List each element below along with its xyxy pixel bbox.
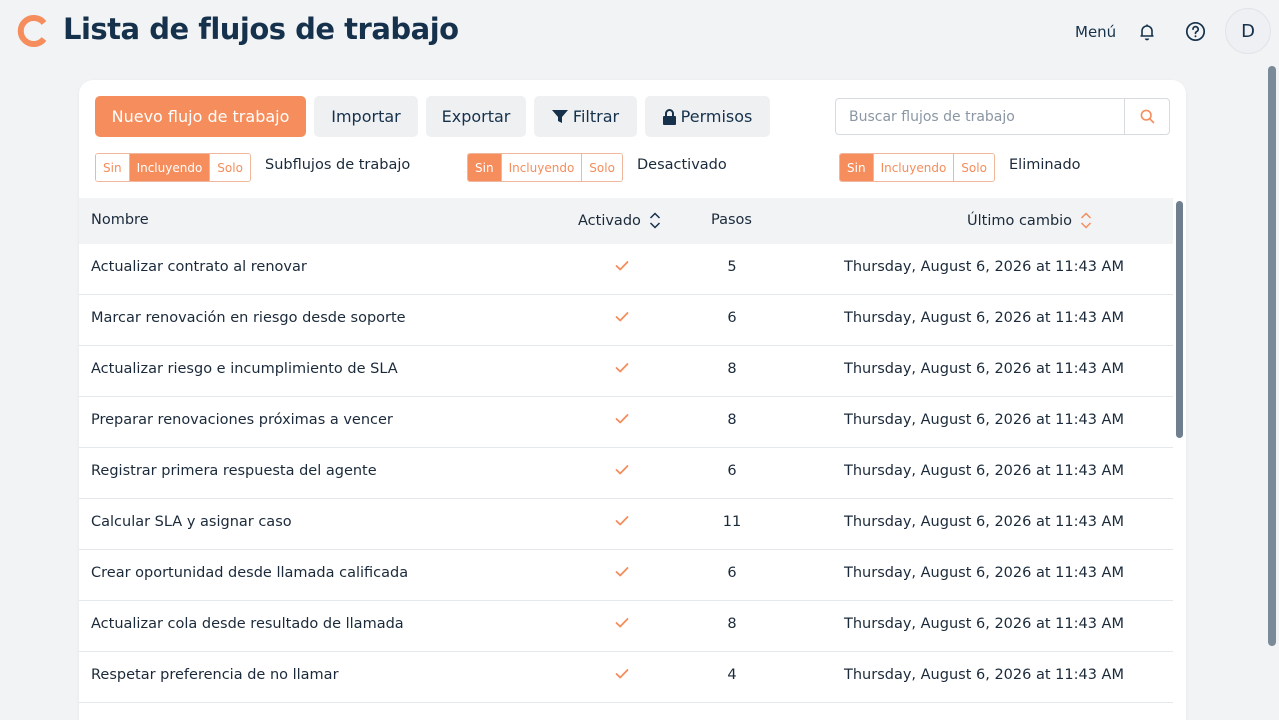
table-row[interactable]: Preparar renovaciones próximas a vencer 8… bbox=[79, 397, 1173, 448]
avatar[interactable]: D bbox=[1225, 8, 1271, 54]
check-icon bbox=[615, 516, 629, 526]
workflow-last-changed: Thursday, August 6, 2026 at 11:43 AM bbox=[844, 412, 1124, 428]
check-icon bbox=[615, 312, 629, 322]
workflow-name[interactable]: Marcar renovación en riesgo desde soport… bbox=[91, 310, 406, 326]
column-header-enabled[interactable]: Activado bbox=[578, 212, 661, 229]
subflows-option-sin[interactable]: Sin bbox=[96, 154, 130, 181]
table-row[interactable]: Actualizar contrato al renovar 5 Thursday,… bbox=[79, 244, 1173, 295]
table-row[interactable]: Registrar primera respuesta del agente 6 T… bbox=[79, 448, 1173, 499]
workflow-steps: 8 bbox=[727, 412, 737, 428]
search-box bbox=[835, 98, 1170, 135]
check-icon bbox=[615, 261, 629, 271]
table-scrollbar[interactable] bbox=[1176, 201, 1183, 438]
search-button[interactable] bbox=[1124, 99, 1169, 134]
table-row[interactable]: Crear oportunidad desde llamada califica… bbox=[79, 550, 1173, 601]
page-title: Lista de flujos de trabajo bbox=[63, 12, 459, 46]
subflows-option-incluyendo[interactable]: Incluyendo bbox=[129, 154, 211, 181]
workflow-name[interactable]: Actualizar riesgo e incumplimiento de SL… bbox=[91, 361, 398, 377]
filter-icon bbox=[551, 109, 568, 123]
disabled-filter-label: Desactivado bbox=[637, 157, 727, 173]
deleted-option-incluyendo[interactable]: Incluyendo bbox=[873, 154, 955, 181]
deleted-filter-toggle: Sin Incluyendo Solo bbox=[839, 153, 995, 182]
column-header-name[interactable]: Nombre bbox=[91, 212, 149, 228]
workflow-last-changed: Thursday, August 6, 2026 at 11:43 AM bbox=[844, 259, 1124, 275]
column-header-steps: Pasos bbox=[711, 212, 752, 228]
check-icon bbox=[615, 567, 629, 577]
deleted-option-sin[interactable]: Sin bbox=[840, 154, 874, 181]
workflow-steps: 6 bbox=[727, 463, 737, 479]
export-button[interactable]: Exportar bbox=[426, 96, 526, 137]
table-row[interactable]: Actualizar cola desde resultado de llama… bbox=[79, 601, 1173, 652]
column-header-enabled-label: Activado bbox=[578, 212, 641, 229]
workflow-steps: 8 bbox=[727, 361, 737, 377]
workflow-last-changed: Thursday, August 6, 2026 at 11:43 AM bbox=[844, 361, 1124, 377]
search-icon bbox=[1140, 109, 1154, 124]
check-icon bbox=[615, 414, 629, 424]
bell-icon[interactable] bbox=[1137, 22, 1157, 42]
table-header: Nombre Activado Pasos Último cambio bbox=[79, 198, 1173, 244]
menu-link[interactable]: Menú bbox=[1075, 23, 1116, 41]
check-icon bbox=[615, 465, 629, 475]
workflow-steps: 6 bbox=[727, 310, 737, 326]
workflow-last-changed: Thursday, August 6, 2026 at 11:43 AM bbox=[844, 616, 1124, 632]
subflows-option-solo[interactable]: Solo bbox=[210, 154, 250, 181]
workflow-name[interactable]: Actualizar cola desde resultado de llama… bbox=[91, 616, 404, 632]
workflow-name[interactable]: Respetar preferencia de no llamar bbox=[91, 667, 339, 683]
check-icon bbox=[615, 669, 629, 679]
workflow-last-changed: Thursday, August 6, 2026 at 11:43 AM bbox=[844, 514, 1124, 530]
lock-icon bbox=[662, 108, 676, 125]
filter-button[interactable]: Filtrar bbox=[534, 96, 637, 137]
workflow-steps: 6 bbox=[727, 565, 737, 581]
sort-icon[interactable] bbox=[649, 212, 661, 229]
table-row[interactable]: Actualizar riesgo e incumplimiento de SL… bbox=[79, 346, 1173, 397]
column-header-changed-label: Último cambio bbox=[967, 212, 1073, 229]
workflow-name[interactable]: Crear oportunidad desde llamada califica… bbox=[91, 565, 408, 581]
workflow-last-changed: Thursday, August 6, 2026 at 11:43 AM bbox=[844, 565, 1124, 581]
check-icon bbox=[615, 363, 629, 373]
deleted-filter-label: Eliminado bbox=[1009, 157, 1081, 173]
filter-button-label: Filtrar bbox=[572, 107, 620, 126]
permissions-button-label: Permisos bbox=[680, 107, 753, 126]
check-icon bbox=[615, 618, 629, 628]
workflow-steps: 4 bbox=[727, 667, 737, 683]
permissions-button[interactable]: Permisos bbox=[645, 96, 770, 137]
search-input[interactable] bbox=[836, 99, 1124, 134]
subflows-filter-label: Subflujos de trabajo bbox=[265, 157, 411, 173]
workflow-steps: 5 bbox=[727, 259, 737, 275]
deleted-option-solo[interactable]: Solo bbox=[954, 154, 994, 181]
import-button[interactable]: Importar bbox=[314, 96, 418, 137]
workflow-steps: 8 bbox=[727, 616, 737, 632]
workflow-last-changed: Thursday, August 6, 2026 at 11:43 AM bbox=[844, 310, 1124, 326]
top-bar: Lista de flujos de trabajo Menú D bbox=[0, 0, 1279, 64]
disabled-option-incluyendo[interactable]: Incluyendo bbox=[501, 154, 583, 181]
workflow-list-card: Nuevo flujo de trabajo Importar Exportar… bbox=[79, 80, 1186, 720]
workflow-name[interactable]: Registrar primera respuesta del agente bbox=[91, 463, 377, 479]
disabled-option-solo[interactable]: Solo bbox=[582, 154, 622, 181]
workflow-name[interactable]: Actualizar contrato al renovar bbox=[91, 259, 307, 275]
workflow-name[interactable]: Preparar renovaciones próximas a vencer bbox=[91, 412, 393, 428]
sort-icon[interactable] bbox=[1080, 212, 1092, 229]
workflow-steps: 11 bbox=[722, 514, 742, 530]
page-scrollbar[interactable] bbox=[1268, 66, 1276, 646]
logo-icon[interactable] bbox=[16, 14, 50, 48]
workflow-name[interactable]: Calcular SLA y asignar caso bbox=[91, 514, 292, 530]
column-header-changed[interactable]: Último cambio bbox=[967, 212, 1092, 229]
help-icon[interactable] bbox=[1185, 21, 1206, 42]
subflows-filter-toggle: Sin Incluyendo Solo bbox=[95, 153, 251, 182]
table-row[interactable]: Calcular SLA y asignar caso 11 Thursday, A… bbox=[79, 499, 1173, 550]
new-workflow-button[interactable]: Nuevo flujo de trabajo bbox=[95, 96, 306, 137]
table-row[interactable]: Marcar renovación en riesgo desde soport… bbox=[79, 295, 1173, 346]
disabled-filter-toggle: Sin Incluyendo Solo bbox=[467, 153, 623, 182]
table-row[interactable]: Respetar preferencia de no llamar 4 Thursd… bbox=[79, 652, 1173, 703]
disabled-option-sin[interactable]: Sin bbox=[468, 154, 502, 181]
workflow-last-changed: Thursday, August 6, 2026 at 11:43 AM bbox=[844, 667, 1124, 683]
workflow-last-changed: Thursday, August 6, 2026 at 11:43 AM bbox=[844, 463, 1124, 479]
